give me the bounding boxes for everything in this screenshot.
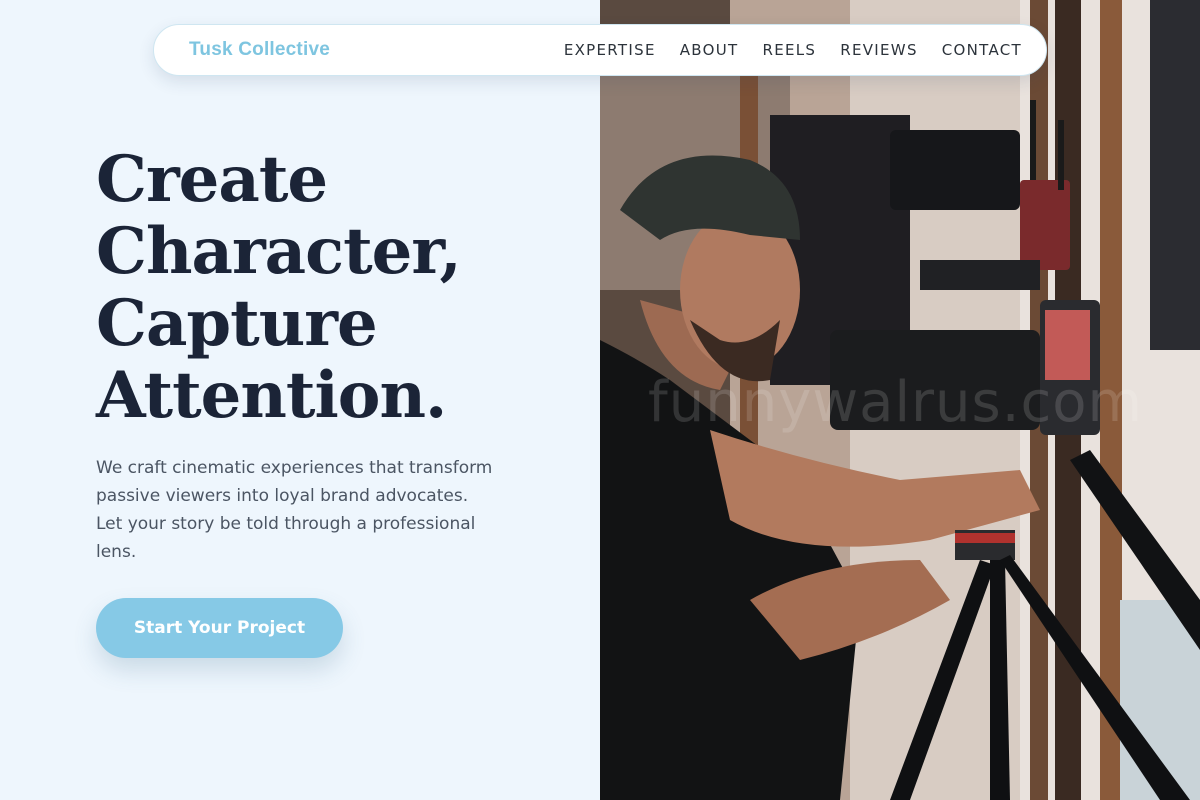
watermark-text: funnywalrus.com — [648, 370, 1144, 435]
hero-photo: funnywalrus.com — [600, 0, 1200, 800]
nav-link-reels[interactable]: REELS — [762, 41, 816, 59]
nav-link-reviews[interactable]: REVIEWS — [840, 41, 918, 59]
nav-menu: EXPERTISE ABOUT REELS REVIEWS CONTACT — [564, 41, 1022, 59]
top-navbar: Tusk Collective EXPERTISE ABOUT REELS RE… — [153, 24, 1047, 76]
nav-link-contact[interactable]: CONTACT — [942, 41, 1022, 59]
hero-heading-line: Create — [96, 142, 328, 217]
brand-logo[interactable]: Tusk Collective — [189, 39, 330, 61]
nav-link-about[interactable]: ABOUT — [680, 41, 739, 59]
nav-link-expertise[interactable]: EXPERTISE — [564, 41, 656, 59]
hero-description: We craft cinematic experiences that tran… — [96, 458, 493, 562]
hero-heading-line: Capture — [96, 286, 378, 361]
hero-heading: Create Character, Capture Attention. — [96, 142, 462, 433]
start-project-button[interactable]: Start Your Project — [96, 598, 343, 658]
hero-heading-line: Character, — [96, 214, 462, 289]
hero-heading-line: Attention. — [96, 358, 447, 433]
